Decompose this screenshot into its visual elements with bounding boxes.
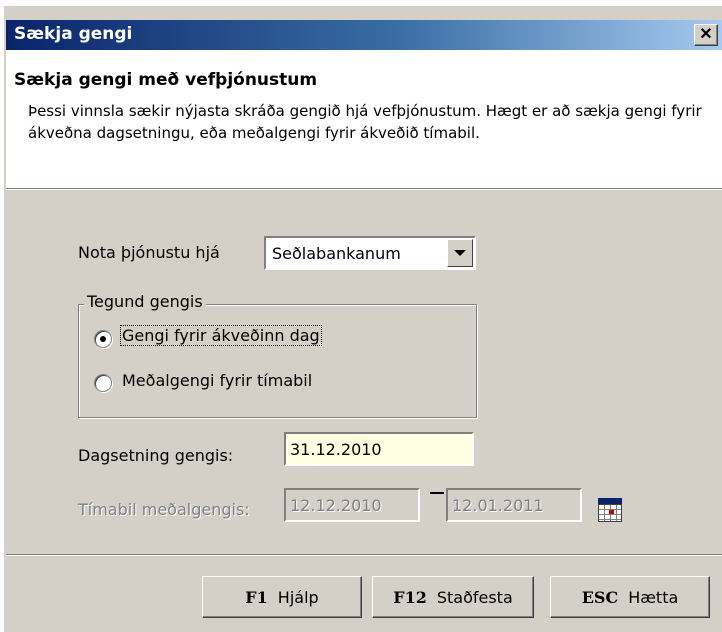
radio-selected-dot <box>100 336 106 342</box>
rate-type-group <box>78 304 477 418</box>
header-title: Sækja gengi með vefþjónustum <box>14 70 318 90</box>
footer-divider-highlight <box>6 555 722 556</box>
calendar-today-mark <box>609 510 614 514</box>
help-button[interactable]: F1 Hjálp <box>202 576 362 618</box>
radio-average-period-label[interactable]: Meðalgengi fyrir tímabil <box>122 371 312 390</box>
calendar-icon[interactable] <box>596 496 624 524</box>
period-range-dash <box>430 492 444 494</box>
service-label: Nota þjónustu hjá <box>78 243 220 262</box>
title-bar[interactable]: Sækja gengi ✕ <box>6 20 722 50</box>
confirm-button-label: Staðfesta <box>436 587 513 607</box>
help-shortcut: F1 <box>245 587 268 607</box>
date-label: Dagsetning gengis: <box>78 446 234 465</box>
close-button[interactable]: ✕ <box>694 24 718 46</box>
confirm-shortcut: F12 <box>393 587 427 607</box>
window-title: Sækja gengi <box>14 24 133 44</box>
cancel-button-label: Hætta <box>628 587 679 607</box>
rate-type-legend: Tegund gengis <box>84 292 206 311</box>
close-icon: ✕ <box>699 26 713 43</box>
radio-specific-day-label[interactable]: Gengi fyrir ákveðinn dag <box>120 325 322 346</box>
cancel-button[interactable]: ESC Hætta <box>550 576 710 618</box>
period-to-input[interactable]: 12.01.2011 <box>446 488 582 522</box>
service-select-value: Seðlabankanum <box>272 244 401 263</box>
service-select[interactable]: Seðlabankanum <box>264 236 476 270</box>
header-panel: Sækja gengi með vefþjónustum Þessi vinns… <box>6 50 722 189</box>
chevron-down-icon[interactable] <box>447 239 473 267</box>
cancel-shortcut: ESC <box>581 587 619 607</box>
dialog-window: Sækja gengi ✕ Sækja gengi með vefþjónust… <box>4 6 722 632</box>
header-divider <box>6 189 722 190</box>
header-description: Þessi vinnsla sækir nýjasta skráða gengi… <box>28 102 702 142</box>
period-label: Tímabil meðalgengis: <box>78 500 250 519</box>
help-button-label: Hjálp <box>277 587 319 607</box>
radio-specific-day[interactable] <box>94 330 112 348</box>
confirm-button[interactable]: F12 Staðfesta <box>372 576 534 618</box>
date-input[interactable]: 31.12.2010 <box>284 432 474 466</box>
radio-specific-day-text: Gengi fyrir ákveðinn dag <box>120 325 322 346</box>
period-from-input[interactable]: 12.12.2010 <box>284 488 420 522</box>
radio-average-period[interactable] <box>94 374 112 392</box>
